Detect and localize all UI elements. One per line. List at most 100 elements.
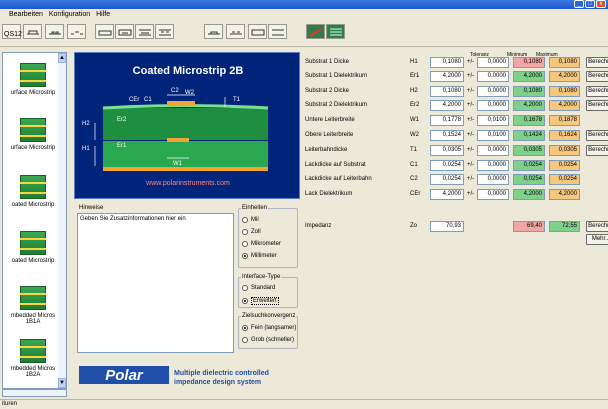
param-value-input[interactable]: 0,1524 [430,130,464,141]
scroll-down-icon[interactable]: ▼ [58,378,66,388]
maximum-value: 4,2000 [549,189,580,200]
param-value-input[interactable]: 0,1778 [430,115,464,126]
list-item[interactable]: oated Microstrip [3,175,63,208]
list-item[interactable]: mbedded Micros 1B2A [3,339,63,378]
maximum-value: 0,0305 [549,145,580,156]
param-symbol: CEr [410,191,421,197]
list-item[interactable]: urface Microstrip [3,118,63,151]
tolerance-input[interactable]: 0,0000 [477,100,509,111]
param-row: Substrat 1 Dicke H1 0,1080 +/- 0,0000 0,1080 0… [305,57,608,68]
convergence-grob-radio[interactable]: Grob (schneller) [242,337,294,343]
tolerance-input[interactable]: 0,0000 [477,160,509,171]
structure-icon[interactable] [204,24,223,39]
structure-icon[interactable] [23,24,42,39]
embedded-microstrip-icon [20,286,46,310]
status-bar: ituren [0,399,608,409]
structure-list[interactable]: urface Microstrip urface Microstrip oate… [2,52,67,389]
tolerance-input[interactable]: 0,0000 [477,174,509,185]
table-icon[interactable] [326,24,345,39]
menu-hilfe[interactable]: Hilfe [96,11,110,18]
calculate-button[interactable]: Berechne [586,130,608,141]
param-name: Untere Leiterbreite [305,117,355,123]
structure-icon[interactable] [115,24,134,39]
calculate-button[interactable]: Berechne [586,86,608,97]
calculate-icon[interactable] [306,24,325,39]
calculate-button[interactable]: Berechne [586,100,608,111]
structure-icon[interactable] [248,24,267,39]
unit-zoll-radio[interactable]: Zoll [242,229,261,235]
structure-icon[interactable] [67,24,86,39]
list-item[interactable]: urface Microstrip [3,63,63,96]
convergence-fein-radio[interactable]: Fein (langsamer) [242,325,296,331]
qs12-button[interactable]: QS12 [2,24,22,39]
param-value-input[interactable]: 4,2000 [430,100,464,111]
param-value-input[interactable]: 0,0254 [430,160,464,171]
param-value-input[interactable]: 0,0254 [430,174,464,185]
tolerance-input[interactable]: 0,0100 [477,115,509,126]
structure-icon[interactable] [95,24,114,39]
list-item[interactable]: oated Microstrip [3,231,63,264]
structure-icon[interactable] [45,24,64,39]
menu-bearbeiten[interactable]: Bearbeiten [9,11,43,18]
minimum-value: 0,0305 [513,145,545,156]
structure-icon[interactable] [135,24,154,39]
close-button[interactable]: x [596,0,606,8]
plus-minus-label: +/- [467,59,475,65]
param-symbol: C1 [410,162,418,168]
notes-textarea[interactable]: Geben Sie Zusatzinformationen hier ein [77,213,234,353]
surface-microstrip-icon [20,63,46,87]
minimum-value: 0,1080 [513,57,545,68]
scroll-up-icon[interactable]: ▲ [58,53,66,63]
radio-label: Erweitert [251,297,279,305]
unit-mikrometer-radio[interactable]: Mikrometer [242,241,281,247]
tolerance-input[interactable]: 0,0000 [477,145,509,156]
interface-erweitert-radio[interactable]: Erweitert [242,297,279,305]
impedance-row: Impedanz Zo 70,93 69,40 72,55 Berechne M… [305,221,608,245]
tolerance-input[interactable]: 0,0000 [477,189,509,200]
param-name: Substrat 2 Dicke [305,88,350,94]
menu-konfiguration[interactable]: Konfiguration [49,11,90,18]
title-bar: _ □ x [0,0,608,9]
impedance-value[interactable]: 70,93 [430,221,464,232]
param-value-input[interactable]: 0,0305 [430,145,464,156]
param-value-input[interactable]: 0,1080 [430,86,464,97]
more-button[interactable]: Mehr... [586,234,608,245]
maximize-button[interactable]: □ [585,0,595,8]
param-row: Untere Leiterbreite W1 0,1778 +/- 0,0100 0,16… [305,115,605,126]
structure-icon[interactable] [226,24,245,39]
minimum-value: 0,1678 [513,115,545,126]
minimize-button[interactable]: _ [574,0,584,8]
toolbar: QS12 [0,20,608,47]
impedance-max: 72,55 [549,221,580,232]
tolerance-input[interactable]: 0,0000 [477,86,509,97]
horizontal-scrollbar[interactable] [2,389,67,397]
maximum-value: 0,1080 [549,86,580,97]
calculate-button[interactable]: Berechne [586,57,608,68]
list-item-label: oated Microstrip [11,258,55,264]
maximum-value: 4,2000 [549,71,580,82]
tolerance-input[interactable]: 0,0000 [477,57,509,68]
calculate-impedance-button[interactable]: Berechne [586,221,608,232]
calculate-button[interactable]: Berechne [586,71,608,82]
param-value-input[interactable]: 4,2000 [430,71,464,82]
param-value-input[interactable]: 4,2000 [430,189,464,200]
radio-label: Mikrometer [251,241,282,247]
structure-icon[interactable] [155,24,174,39]
calculate-button[interactable]: Berechne [586,145,608,156]
radio-label: Grob (schneller) [251,337,295,343]
tolerance-input[interactable]: 0,0100 [477,130,509,141]
interface-standard-radio[interactable]: Standard [242,285,275,291]
tolerance-input[interactable]: 0,0000 [477,71,509,82]
minimum-value: 0,1080 [513,86,545,97]
structure-icon[interactable] [268,24,287,39]
unit-millimeter-radio[interactable]: Millimeter [242,253,277,259]
param-row: Substrat 1 Dielektrikum Er1 4,2000 +/- 0,000… [305,71,608,82]
unit-mil-radio[interactable]: Mil [242,217,259,223]
coated-microstrip-icon [20,231,46,255]
param-row: Obere Leiterbreite W2 0,1524 +/- 0,0100 0,142… [305,130,608,141]
list-item[interactable]: mbedded Micros 1B1A [3,286,63,325]
vertical-scrollbar[interactable]: ▲ ▼ [58,53,66,388]
param-value-input[interactable]: 0,1080 [430,57,464,68]
plus-minus-label: +/- [467,102,475,108]
param-name: Lack Dielektrikum [305,191,353,197]
